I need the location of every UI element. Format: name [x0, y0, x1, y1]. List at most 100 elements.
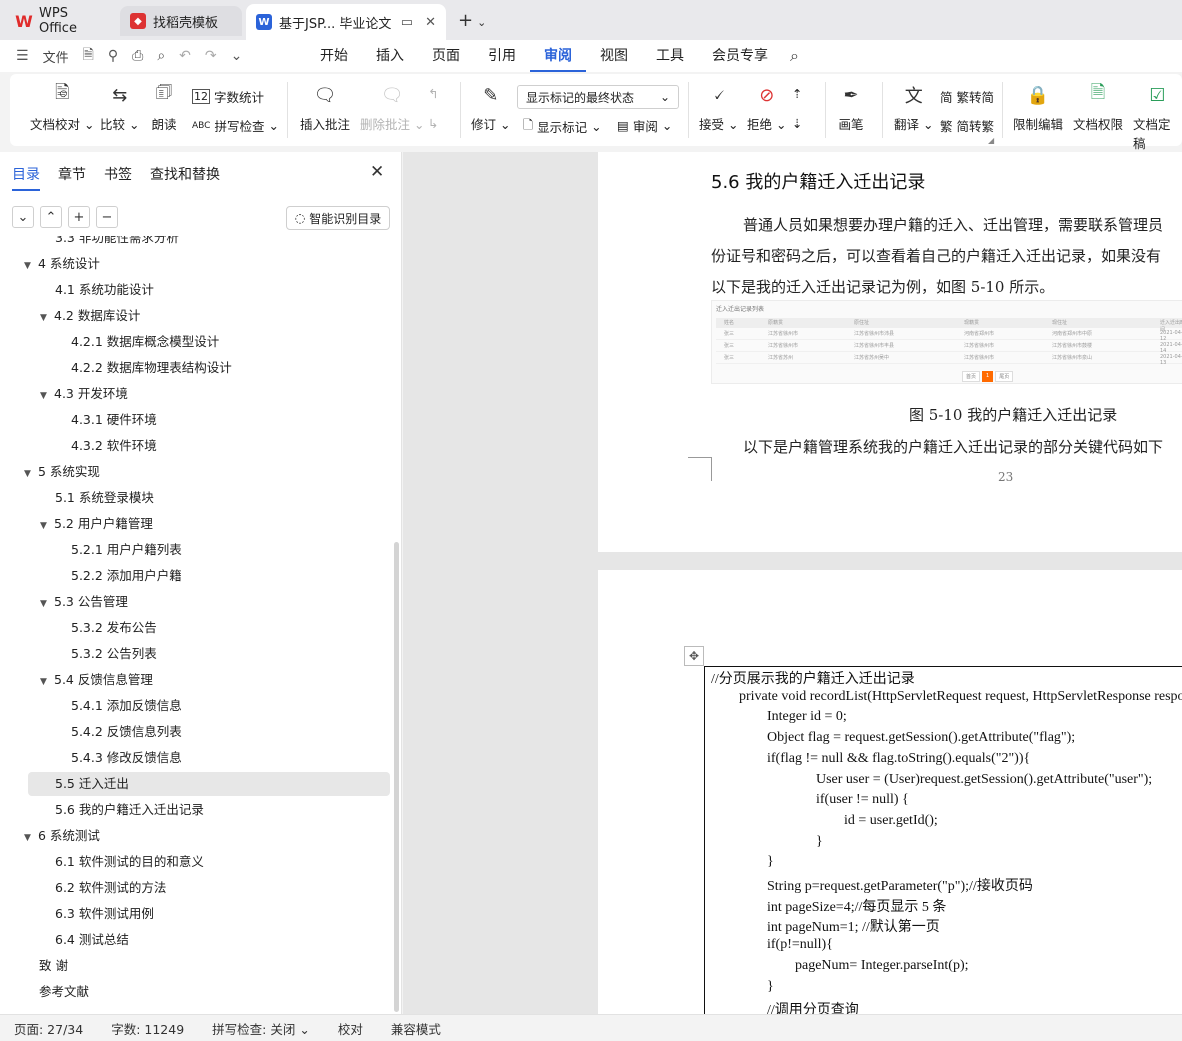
hamburger-menu-icon[interactable]: ☰ [16, 48, 29, 64]
insert-comment-button[interactable]: 🗨 插入批注 [300, 82, 350, 133]
expand-arrow-icon[interactable]: ▼ [40, 306, 54, 330]
show-markup-button[interactable]: 🗋 显示标记 ⌄ [523, 116, 602, 137]
next-change-icon[interactable]: ⇣ [792, 116, 802, 131]
tab-document[interactable]: W 基于JSP... 毕业论文 ▭ ✕ [246, 4, 446, 40]
accept-button[interactable]: 🗸 接受 ⌄ [699, 82, 738, 133]
print-preview-icon[interactable]: ⌕ [157, 48, 165, 64]
reject-button[interactable]: ⊘ 拒绝 ⌄ [747, 82, 786, 133]
undo-icon[interactable]: ↶ [179, 48, 191, 64]
expand-arrow-icon[interactable]: ▼ [40, 592, 54, 616]
toc-item[interactable]: 参考文献 [0, 980, 390, 1004]
toc-item[interactable]: 6.3 软件测试用例 [0, 902, 390, 926]
toc-item[interactable]: 4.3.1 硬件环境 [0, 408, 390, 432]
prev-comment-icon[interactable]: ↰ [428, 86, 438, 101]
translate-button[interactable]: 文 翻译 ⌄ [894, 82, 933, 133]
doc-proofread-button[interactable]: 🗟 文档校对 ⌄ [30, 82, 94, 133]
prev-change-icon[interactable]: ⇡ [792, 86, 802, 101]
remove-heading-button[interactable]: − [96, 206, 118, 228]
nav-tab[interactable]: 查找和替换 [150, 164, 220, 191]
menu-tab[interactable]: 会员专享 [698, 40, 782, 72]
close-icon[interactable]: ✕ [425, 15, 436, 30]
page-indicator[interactable]: 页面: 27/34 [0, 1019, 97, 1038]
restrict-edit-button[interactable]: 🔒 限制编辑 [1013, 82, 1063, 133]
toc-item[interactable]: ▼ 4 系统设计 [0, 252, 390, 276]
next-comment-icon[interactable]: ↳ [428, 116, 438, 131]
toc-item[interactable]: ▼ 4.3 开发环境 [0, 382, 390, 406]
toc-item[interactable]: ▼ 5.4 反馈信息管理 [0, 668, 390, 692]
expand-arrow-icon[interactable]: ▼ [40, 514, 54, 538]
toc-item[interactable]: 5.5 迁入迁出 [28, 772, 390, 796]
toc-item[interactable]: 致 谢 [0, 954, 390, 978]
toc-item[interactable]: 5.1 系统登录模块 [0, 486, 390, 510]
smart-toc-button[interactable]: ◌ 智能识别目录 [286, 206, 390, 230]
toc-item[interactable]: ▼ 4.2 数据库设计 [0, 304, 390, 328]
revise-button[interactable]: ✎ 修订 ⌄ [471, 82, 510, 133]
table-move-handle-icon[interactable]: ✥ [684, 646, 704, 666]
word-count-button[interactable]: 12 字数统计 [192, 87, 264, 106]
close-icon[interactable]: ✕ [370, 162, 384, 182]
menu-tab[interactable]: 页面 [418, 40, 474, 72]
trad-to-simp-button[interactable]: 简 繁转简 [940, 87, 994, 106]
scrollbar[interactable] [394, 542, 399, 1012]
pen-button[interactable]: ✒ 画笔 [838, 82, 864, 133]
dialog-launcher-icon[interactable]: ◢ [988, 136, 994, 145]
toc-item[interactable]: 4.1 系统功能设计 [0, 278, 390, 302]
new-tab-button[interactable]: + ⌄ [458, 10, 486, 31]
toc-item[interactable]: 5.4.1 添加反馈信息 [0, 694, 390, 718]
review-pane-button[interactable]: ▤ 审阅 ⌄ [617, 116, 672, 135]
collapse-up-button[interactable]: ⌃ [40, 206, 62, 228]
expand-arrow-icon[interactable]: ▼ [40, 384, 54, 408]
toc-item[interactable]: 5.2.2 添加用户户籍 [0, 564, 390, 588]
share-icon[interactable]: ⚲ [108, 48, 118, 64]
expand-arrow-icon[interactable]: ▼ [24, 254, 38, 278]
menu-tab[interactable]: 视图 [586, 40, 642, 72]
toc-item[interactable]: 5.3.2 公告列表 [0, 642, 390, 666]
print-icon[interactable]: ⎙ [132, 48, 143, 64]
toc-item[interactable]: 5.4.3 修改反馈信息 [0, 746, 390, 770]
read-aloud-button[interactable]: 🗊 朗读 [151, 82, 177, 133]
doc-finalize-button[interactable]: ☑ 文档定稿 [1133, 82, 1182, 152]
toc-item[interactable]: 6.4 测试总结 [0, 928, 390, 952]
add-heading-button[interactable]: + [68, 206, 90, 228]
spell-check-button[interactable]: ABC 拼写检查 ⌄ [192, 116, 279, 135]
nav-tab[interactable]: 书签 [104, 164, 132, 191]
toc-item[interactable]: 6.2 软件测试的方法 [0, 876, 390, 900]
spell-check-status[interactable]: 拼写检查: 关闭 ⌄ [198, 1019, 324, 1038]
doc-permission-button[interactable]: 🗎 文档权限 [1073, 82, 1123, 133]
toc-item[interactable]: 4.2.1 数据库概念模型设计 [0, 330, 390, 354]
toc-item[interactable]: ▼ 6 系统测试 [0, 824, 390, 848]
menu-tab[interactable]: 开始 [306, 40, 362, 72]
save-icon[interactable]: 🗎 [83, 44, 94, 68]
toc-item[interactable]: 5.6 我的户籍迁入迁出记录 [0, 798, 390, 822]
expand-arrow-icon[interactable]: ▼ [24, 826, 38, 850]
menu-tab[interactable]: 审阅 [530, 40, 586, 72]
file-menu[interactable]: 文件 [43, 47, 69, 66]
menu-tab[interactable]: 工具 [642, 40, 698, 72]
tab-template-store[interactable]: ◆ 找稻壳模板 [120, 6, 242, 36]
toc-item[interactable]: 3.3 非功能性需求分析 [0, 236, 390, 250]
toc-item[interactable]: ▼ 5.3 公告管理 [0, 590, 390, 614]
redo-icon[interactable]: ↷ [205, 48, 217, 64]
simp-to-trad-button[interactable]: 繁 简转繁 [940, 116, 994, 135]
toc-item[interactable]: ▼ 5.2 用户户籍管理 [0, 512, 390, 536]
collapse-down-button[interactable]: ⌄ [12, 206, 34, 228]
toc-item[interactable]: 6.1 软件测试的目的和意义 [0, 850, 390, 874]
toc-item[interactable]: 5.2.1 用户户籍列表 [0, 538, 390, 562]
delete-comment-button[interactable]: 🗨 删除批注 ⌄ [360, 82, 424, 133]
menu-tab[interactable]: 插入 [362, 40, 418, 72]
expand-arrow-icon[interactable]: ▼ [24, 462, 38, 486]
word-count[interactable]: 字数: 11249 [97, 1019, 198, 1038]
toc-item[interactable]: 4.2.2 数据库物理表结构设计 [0, 356, 390, 380]
toc-item[interactable]: 5.3.2 发布公告 [0, 616, 390, 640]
search-icon[interactable]: ⌕ [790, 46, 799, 66]
toc-item[interactable]: ▼ 5 系统实现 [0, 460, 390, 484]
tab-wps-office[interactable]: W WPS Office [6, 6, 116, 36]
nav-tab[interactable]: 目录 [12, 164, 40, 191]
more-chevron-icon[interactable]: ⌄ [231, 48, 243, 64]
toc-item[interactable]: 4.3.2 软件环境 [0, 434, 390, 458]
window-restore-icon[interactable]: ▭ [401, 15, 413, 30]
menu-tab[interactable]: 引用 [474, 40, 530, 72]
markup-state-select[interactable]: 显示标记的最终状态 ⌄ [517, 85, 679, 109]
toc-item[interactable]: 5.4.2 反馈信息列表 [0, 720, 390, 744]
compare-button[interactable]: ⇆ 比较 ⌄ [100, 82, 139, 133]
